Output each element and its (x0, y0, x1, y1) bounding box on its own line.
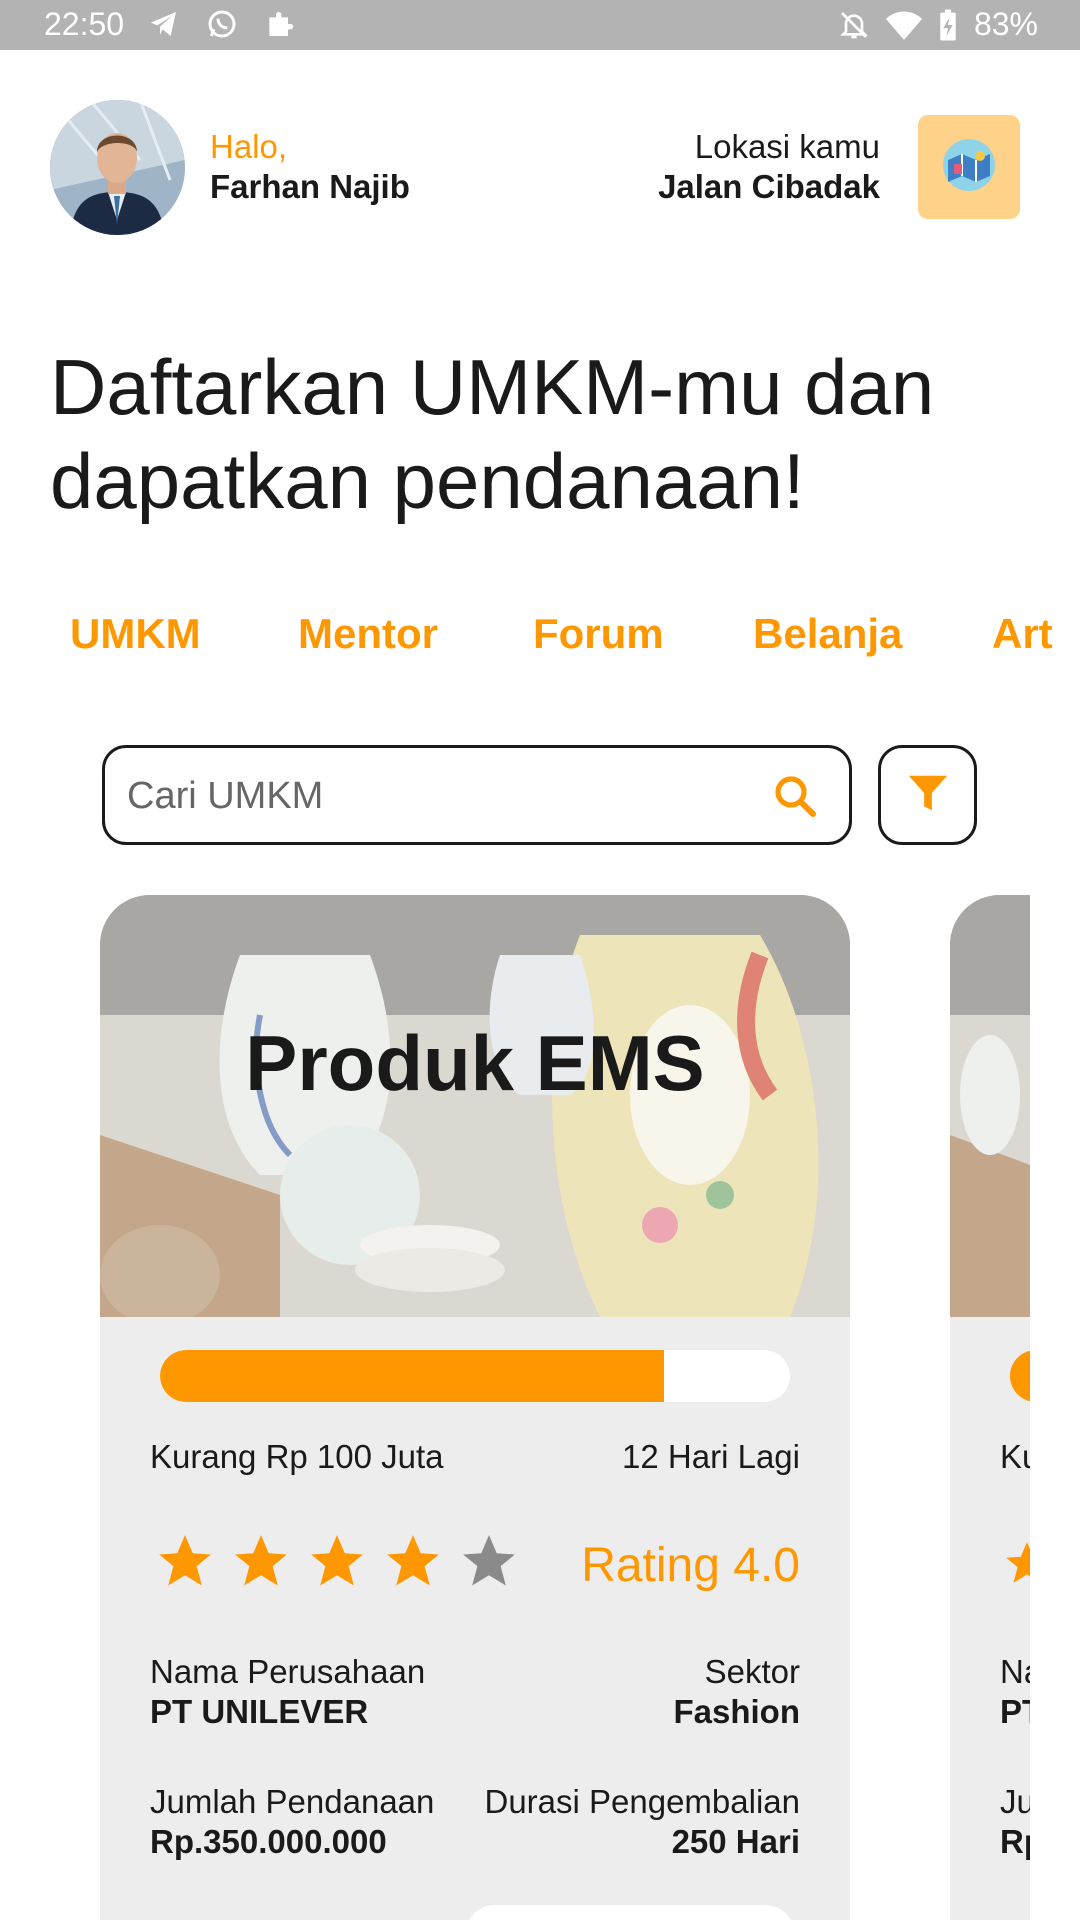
next-card-image (950, 895, 1030, 1317)
days-left: 12 Hari Lagi (622, 1438, 800, 1475)
umkm-card[interactable]: Produk EMS Kurang Rp 100 Juta 12 Hari La… (100, 895, 850, 1920)
user-name: Farhan Najib (210, 168, 410, 205)
funding-label: Jumlah Pendanaan (150, 1783, 435, 1820)
page-title: Daftarkan UMKM-mu dan dapatkan pendanaan… (50, 343, 935, 525)
wifi-icon (885, 9, 922, 41)
avatar[interactable] (50, 100, 185, 235)
tab-mentor[interactable]: Mentor (298, 610, 438, 658)
search-box (102, 745, 852, 845)
star-filled-icon (154, 1530, 216, 1597)
puzzle-icon (264, 8, 296, 40)
next-card-progress (1010, 1350, 1030, 1402)
star-empty-icon (458, 1530, 520, 1597)
status-bar: 22:50 83% (0, 0, 1080, 50)
category-tabs: UMKM Mentor Forum Belanja Art (70, 610, 1080, 662)
card-title: Produk EMS (245, 1019, 705, 1107)
company-value: PT UNILEVER (150, 1693, 369, 1730)
location-label: Lokasi kamu (694, 128, 880, 165)
star-filled-icon (230, 1530, 292, 1597)
next-card-funding-value: Rp (1000, 1823, 1030, 1860)
rating-stars (154, 1530, 520, 1597)
greeting: Halo, (210, 128, 288, 165)
notifications-off-icon (838, 9, 870, 41)
battery-charging-icon (938, 8, 958, 42)
whatsapp-icon (206, 8, 238, 40)
duration-label: Durasi Pengembalian (484, 1783, 800, 1820)
battery-percent: 83% (973, 6, 1038, 42)
next-card-star-icon (1002, 1538, 1030, 1593)
star-filled-icon (306, 1530, 368, 1597)
next-card-company-value: PT (1000, 1693, 1030, 1730)
map-button[interactable] (918, 115, 1020, 219)
next-card-company-label: Na (1000, 1653, 1030, 1690)
funding-progress-bar (160, 1350, 790, 1402)
next-card-funding-label: Ju (1000, 1783, 1030, 1820)
status-left-icons (148, 8, 296, 40)
star-filled-icon (382, 1530, 444, 1597)
remaining-amount: Kurang Rp 100 Juta (150, 1438, 444, 1475)
search-icon[interactable] (771, 772, 819, 825)
card-image: Produk EMS (100, 895, 850, 1317)
rating-text: Rating 4.0 (581, 1539, 800, 1592)
status-right: 83% (838, 6, 1038, 43)
card-detail-button[interactable] (465, 1905, 795, 1920)
location-value: Jalan Cibadak (658, 168, 880, 205)
next-umkm-card[interactable]: Ku Na PT Ju Rp (950, 895, 1030, 1920)
status-time: 22:50 (44, 6, 125, 42)
sector-value: Fashion (673, 1693, 800, 1730)
duration-value: 250 Hari (671, 1823, 800, 1860)
map-icon (940, 136, 998, 199)
tab-art[interactable]: Art (992, 610, 1053, 658)
filter-icon (905, 770, 951, 821)
funding-progress-fill (160, 1350, 664, 1402)
next-card-remaining: Ku (1000, 1438, 1030, 1475)
tab-umkm[interactable]: UMKM (70, 610, 201, 658)
sector-label: Sektor (704, 1653, 800, 1690)
search-input[interactable] (127, 768, 727, 824)
company-label: Nama Perusahaan (150, 1653, 426, 1690)
tab-forum[interactable]: Forum (533, 610, 664, 658)
funding-value: Rp.350.000.000 (150, 1823, 387, 1860)
tab-belanja[interactable]: Belanja (753, 610, 902, 658)
filter-button[interactable] (878, 745, 977, 845)
telegram-icon (148, 8, 180, 40)
